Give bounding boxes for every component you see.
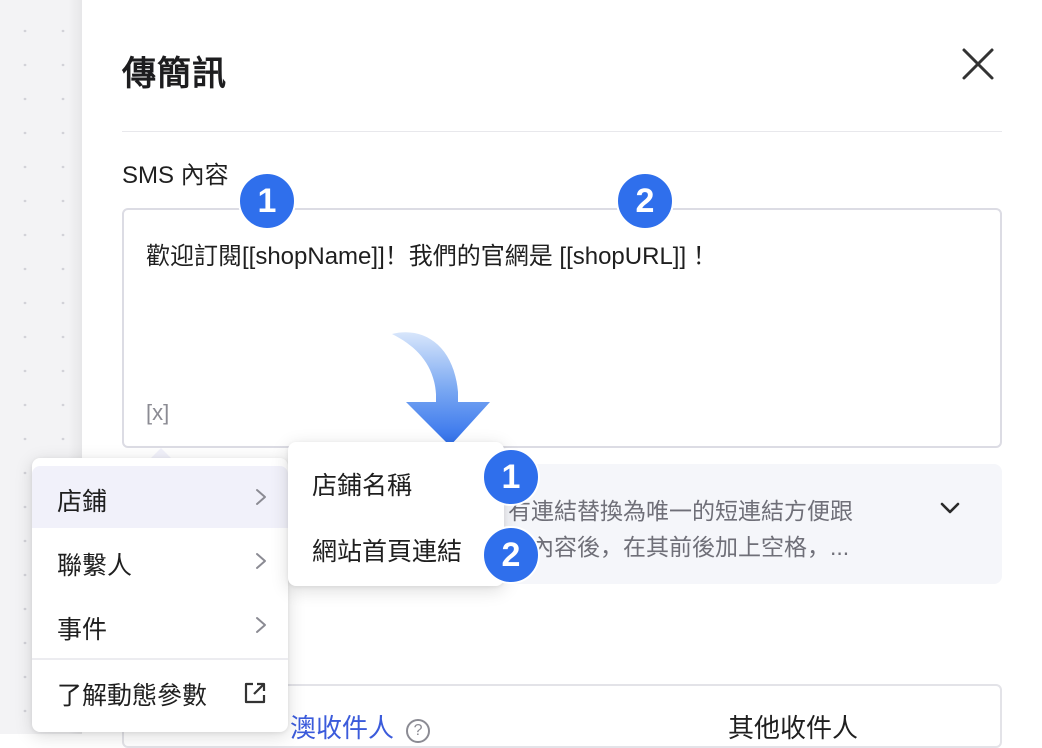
annotation-badge-2: 2 — [482, 526, 540, 584]
tab-recipients-label: 澳收件人 — [290, 713, 395, 743]
menu-item-events[interactable]: 事件 — [32, 594, 288, 656]
annotation-badge-2: 2 — [616, 172, 674, 230]
submenu-item-shop-name[interactable]: 店鋪名稱 — [288, 442, 504, 506]
title-divider — [122, 131, 1002, 132]
chevron-right-icon — [256, 489, 266, 505]
annotation-badge-1: 1 — [238, 172, 296, 230]
tab-other-recipients[interactable]: 其他收件人 — [728, 708, 858, 745]
close-icon[interactable] — [958, 44, 998, 84]
submenu-item-website-link-label: 網站首頁連結 — [312, 538, 463, 566]
external-link-icon — [244, 682, 266, 704]
menu-item-contacts-label: 聯繫人 — [57, 552, 133, 580]
tab-recipients[interactable]: 澳收件人? — [290, 708, 431, 745]
sms-content-label: SMS 內容 — [122, 162, 229, 189]
info-text-line-1: 有連結替換為唯一的短連結方便跟 — [508, 498, 853, 524]
chevron-down-icon[interactable] — [938, 498, 962, 518]
menu-item-shop[interactable]: 店鋪 — [32, 466, 288, 528]
learn-dynamic-params-link[interactable]: 了解動態參數 — [32, 660, 288, 722]
sms-content-textarea[interactable]: 歡迎訂閱[[shopName]]！我們的官網是 [[shopURL]] ！ [x… — [122, 208, 1002, 448]
learn-dynamic-params-label: 了解動態參數 — [57, 682, 208, 710]
menu-item-events-label: 事件 — [57, 616, 108, 644]
menu-item-contacts[interactable]: 聯繫人 — [32, 530, 288, 592]
submenu-item-shop-name-label: 店鋪名稱 — [312, 472, 413, 500]
submenu-item-website-link[interactable]: 網站首頁連結 — [288, 508, 504, 572]
variable-category-menu: 店鋪 聯繫人 事件 了解動態參數 — [32, 458, 288, 732]
annotation-badge-1: 1 — [482, 448, 540, 506]
chevron-right-icon — [256, 617, 266, 633]
shop-variable-submenu: 店鋪名稱 網站首頁連結 — [288, 442, 504, 586]
insert-variable-button[interactable]: [x] — [146, 400, 169, 426]
arrow-down-annotation-icon — [392, 332, 490, 446]
menu-item-shop-label: 店鋪 — [57, 488, 108, 516]
sms-content-text[interactable]: 歡迎訂閱[[shopName]]！我們的官網是 [[shopURL]] ！ — [146, 236, 717, 271]
dialog-title: 傳簡訊 — [122, 55, 227, 93]
help-icon[interactable]: ? — [406, 719, 431, 743]
chevron-right-icon — [256, 553, 266, 569]
info-notice: 有連結替換為唯一的短連結方便跟 見內容後，在其前後加上空格，... — [500, 464, 1002, 584]
info-text-line-2: 見內容後，在其前後加上空格，... — [508, 534, 850, 560]
